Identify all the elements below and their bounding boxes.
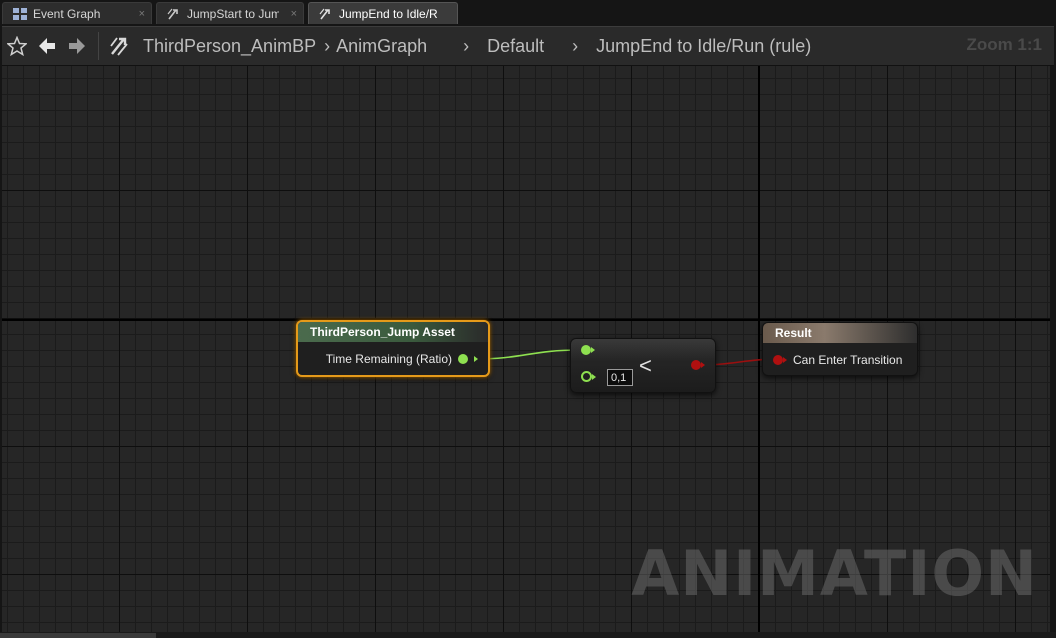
favorite-star-button[interactable] <box>2 31 32 61</box>
breadcrumb-separator-icon: › <box>324 35 331 56</box>
pin-label: Can Enter Transition <box>793 353 903 367</box>
less-than-node[interactable]: 0,1 < <box>570 338 716 393</box>
graph-navigation-bar: ThirdPerson_AnimBP › AnimGraph › Default… <box>2 26 1054 66</box>
transition-rule-icon <box>110 37 128 56</box>
arrow-left-icon <box>39 38 55 54</box>
float-input-pin[interactable] <box>581 371 592 382</box>
bottom-border <box>0 632 1056 638</box>
pin-label: Time Remaining (Ratio) <box>325 352 452 366</box>
pin-arrow-icon <box>474 356 478 362</box>
operator-label: < <box>639 353 652 378</box>
zoom-level: Zoom 1:1 <box>966 35 1042 54</box>
b-value-field[interactable]: 0,1 <box>607 369 633 386</box>
graph-type-watermark: ANIMATION <box>631 537 1038 610</box>
event-graph-icon <box>13 7 27 20</box>
bool-input-pin[interactable] <box>773 355 783 365</box>
bool-output-pin[interactable] <box>691 360 701 370</box>
forward-button[interactable] <box>62 31 92 61</box>
pin-arrow-icon <box>701 362 705 368</box>
node-title: Result <box>763 323 917 343</box>
input-pin-b <box>581 371 596 382</box>
tab-label: Event Graph <box>33 6 101 21</box>
float-input-pin[interactable] <box>581 345 591 355</box>
pin-arrow-icon <box>783 357 787 363</box>
breadcrumb-separator-icon: › <box>463 35 470 56</box>
result-node[interactable]: Result Can Enter Transition <box>762 322 918 376</box>
asset-node[interactable]: ThirdPerson_Jump Asset Time Remaining (R… <box>296 320 490 377</box>
transition-rule-icon <box>167 8 178 19</box>
breadcrumb-anim-blueprint[interactable]: ThirdPerson_AnimBP <box>143 36 316 57</box>
tab-jumpend-to-idle-run[interactable]: JumpEnd to Idle/R <box>308 2 458 24</box>
breadcrumb-separator-icon: › <box>572 35 579 56</box>
breadcrumb-state-machine[interactable]: Default <box>487 36 544 57</box>
close-icon[interactable]: × <box>285 8 297 20</box>
document-tab-strip: Event Graph × JumpStart to Jump × JumpEn… <box>0 0 1056 26</box>
pin-arrow-icon <box>591 347 595 353</box>
output-pin-row <box>691 360 705 370</box>
toolbar-divider <box>98 32 99 60</box>
star-icon <box>7 36 27 56</box>
arrow-right-icon <box>69 38 85 54</box>
output-pin-row: Time Remaining (Ratio) <box>326 352 478 366</box>
pin-arrow-icon <box>592 373 596 380</box>
tab-event-graph[interactable]: Event Graph × <box>2 2 152 24</box>
breadcrumb-anim-graph[interactable]: AnimGraph <box>336 36 427 57</box>
back-button[interactable] <box>32 31 62 61</box>
graph-type-button[interactable] <box>105 31 135 61</box>
close-icon[interactable]: × <box>133 8 145 20</box>
bottom-scroll-handle[interactable] <box>0 633 156 638</box>
tab-label: JumpEnd to Idle/R <box>339 6 438 21</box>
float-output-pin[interactable] <box>458 354 468 364</box>
transition-rule-icon <box>319 8 330 19</box>
input-pin-a <box>581 345 595 355</box>
float-wire <box>475 349 581 360</box>
breadcrumb-transition-rule[interactable]: JumpEnd to Idle/Run (rule) <box>596 36 811 57</box>
tab-label: JumpStart to Jump <box>187 6 279 21</box>
node-title: ThirdPerson_Jump Asset <box>298 322 488 342</box>
input-pin-row: Can Enter Transition <box>773 353 902 367</box>
blueprint-editor: Event Graph × JumpStart to Jump × JumpEn… <box>0 0 1056 638</box>
tab-jumpstart-to-jump[interactable]: JumpStart to Jump × <box>156 2 304 24</box>
graph-canvas[interactable]: ThirdPerson_Jump Asset Time Remaining (R… <box>2 66 1050 632</box>
